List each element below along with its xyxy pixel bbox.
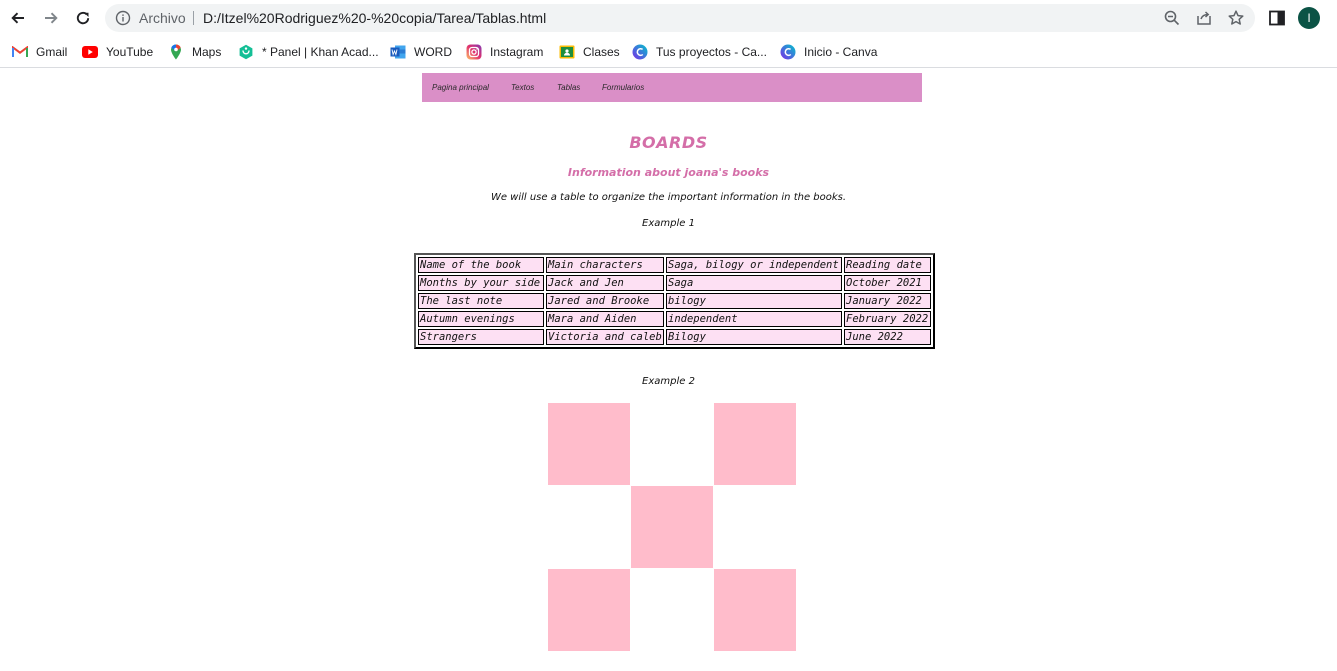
security-label: Archivo	[139, 10, 186, 26]
bookmark-label: YouTube	[106, 45, 154, 59]
bookmark-label: Inicio - Canva	[804, 45, 878, 59]
table-cell: Autumn evenings	[418, 311, 544, 327]
grid-cell	[631, 486, 713, 568]
nav-link-pagina-principal[interactable]: Pagina principal	[432, 83, 489, 92]
bookmarks-bar: Gmail YouTube Maps * Panel | Khan Acad..…	[0, 36, 1337, 68]
table-header-row: Name of the book Main characters Saga, b…	[418, 257, 931, 273]
reload-icon	[76, 11, 90, 25]
books-table: Name of the book Main characters Saga, b…	[414, 253, 935, 349]
table-cell: February 2022	[844, 311, 931, 327]
bookmark-label: WORD	[414, 45, 452, 59]
canva-icon	[632, 44, 648, 60]
table-cell: The last note	[418, 293, 544, 309]
word-icon	[390, 44, 406, 60]
share-icon[interactable]	[1195, 9, 1213, 27]
maps-icon	[168, 44, 184, 60]
grid-cell	[548, 569, 630, 651]
table-row: The last note Jared and Brooke bilogy Ja…	[418, 293, 931, 309]
bookmark-label: Instagram	[490, 45, 544, 59]
page-content: Pagina principal Textos Tablas Formulari…	[0, 69, 1337, 671]
grid-cell	[714, 403, 796, 485]
table-cell: Mara and Aiden	[546, 311, 664, 327]
table-cell: Jack and Jen	[546, 275, 664, 291]
gmail-icon	[12, 44, 28, 60]
nav-link-tablas[interactable]: Tablas	[557, 83, 580, 92]
canva-icon	[780, 44, 796, 60]
nav-link-formularios[interactable]: Formularios	[602, 83, 644, 92]
table-header-cell: Saga, bilogy or independent	[666, 257, 842, 273]
bookmark-canva-projects[interactable]: Tus proyectos - Ca...	[632, 42, 767, 62]
grid-cell	[548, 403, 630, 485]
bookmark-gmail[interactable]: Gmail	[12, 42, 67, 62]
grid-cell	[714, 569, 796, 651]
page-subtitle: Information about joana's books	[567, 166, 770, 179]
bookmark-youtube[interactable]: YouTube	[82, 42, 153, 62]
back-arrow-icon	[11, 12, 24, 24]
table-cell: June 2022	[844, 329, 931, 345]
bookmark-label: Maps	[192, 45, 222, 59]
bookmark-canva-home[interactable]: Inicio - Canva	[780, 42, 877, 62]
bookmark-label: * Panel | Khan Acad...	[262, 45, 379, 59]
table-header-cell: Main characters	[546, 257, 664, 273]
table-row: Strangers Victoria and caleb Bilogy June…	[418, 329, 931, 345]
side-panel-icon[interactable]	[1268, 9, 1286, 27]
bookmark-clases[interactable]: Clases	[559, 42, 620, 62]
bookmark-label: Gmail	[36, 45, 68, 59]
example-2-label: Example 2	[642, 376, 695, 387]
table-cell: Jared and Brooke	[546, 293, 664, 309]
table-cell: January 2022	[844, 293, 931, 309]
bookmark-khan-academy[interactable]: * Panel | Khan Acad...	[238, 42, 379, 62]
table-cell: bilogy	[666, 293, 842, 309]
table-cell: Victoria and caleb	[546, 329, 664, 345]
intro-text: We will use a table to organize the impo…	[490, 192, 847, 203]
table-cell: Months by your side	[418, 275, 544, 291]
forward-arrow-icon	[45, 12, 58, 24]
youtube-icon	[82, 44, 98, 60]
table-row: Autumn evenings Mara and Aiden independe…	[418, 311, 931, 327]
table-cell: Saga	[666, 275, 842, 291]
table-cell: October 2021	[844, 275, 931, 291]
zoom-icon[interactable]	[1163, 9, 1181, 27]
table-cell: Bilogy	[666, 329, 842, 345]
example-1-label: Example 1	[642, 218, 695, 229]
instagram-icon	[466, 44, 482, 60]
grid-cell	[714, 486, 796, 568]
grid-cell	[548, 486, 630, 568]
checker-grid	[548, 403, 796, 651]
table-row: Months by your side Jack and Jen Saga Oc…	[418, 275, 931, 291]
grid-cell	[631, 403, 713, 485]
url-text[interactable]: D:/Itzel%20Rodriguez%20-%20copia/Tarea/T…	[203, 10, 546, 26]
reload-button[interactable]	[71, 6, 95, 30]
forward-button[interactable]	[39, 6, 63, 30]
page-title: BOARDS	[629, 133, 708, 152]
bookmark-label: Tus proyectos - Ca...	[656, 45, 767, 59]
info-icon[interactable]	[115, 10, 131, 26]
table-cell: independent	[666, 311, 842, 327]
bookmark-maps[interactable]: Maps	[168, 42, 221, 62]
profile-avatar[interactable]: I	[1298, 7, 1320, 29]
address-bar[interactable]: Archivo D:/Itzel%20Rodriguez%20-%20copia…	[105, 4, 1255, 32]
bookmark-instagram[interactable]: Instagram	[466, 42, 543, 62]
khan-academy-icon	[238, 44, 254, 60]
bookmark-label: Clases	[583, 45, 620, 59]
table-header-cell: Name of the book	[418, 257, 544, 273]
back-button[interactable]	[6, 6, 30, 30]
bookmark-star-icon[interactable]	[1227, 9, 1245, 27]
grid-cell	[631, 569, 713, 651]
bookmark-word[interactable]: WORD	[390, 42, 452, 62]
nav-link-textos[interactable]: Textos	[511, 83, 534, 92]
browser-toolbar: Archivo D:/Itzel%20Rodriguez%20-%20copia…	[0, 0, 1337, 36]
table-header-cell: Reading date	[844, 257, 931, 273]
classroom-icon	[559, 44, 575, 60]
table-cell: Strangers	[418, 329, 544, 345]
site-nav-bar: Pagina principal Textos Tablas Formulari…	[422, 73, 922, 102]
omnibox-divider	[193, 11, 194, 25]
